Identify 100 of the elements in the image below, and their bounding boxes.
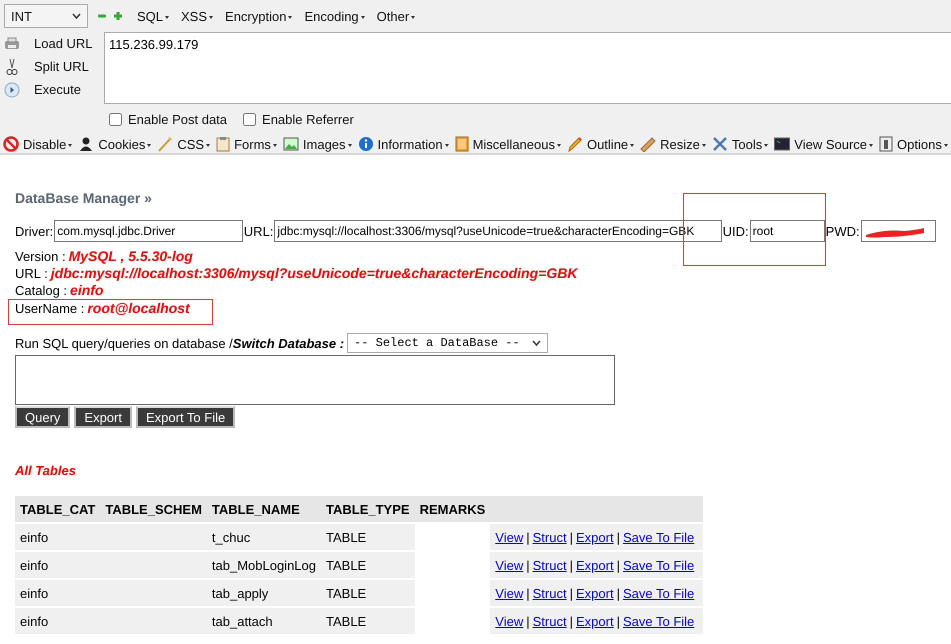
menu-item[interactable]: Cookies [98, 136, 152, 152]
table-link[interactable]: Export [576, 586, 614, 600]
query-label: Run SQL query/queries on database / [15, 336, 233, 350]
checkbox-label: Enable Post data [128, 112, 228, 126]
table-cell: tab_MobLoginLog [212, 558, 316, 572]
password-field[interactable] [860, 220, 936, 242]
column-header: TABLE_CAT [15, 496, 100, 523]
column-header: TABLE_TYPE [321, 496, 415, 523]
field-label: PWD: [826, 224, 860, 238]
table-cell: einfo [20, 586, 48, 600]
column-header: TABLE_SCHEM [100, 496, 207, 523]
uid-field[interactable]: root [750, 220, 825, 242]
caret-icon [532, 340, 541, 346]
info-value: einfo [70, 282, 104, 298]
ruler-icon [640, 136, 656, 152]
table-link[interactable]: Save To File [622, 586, 694, 600]
info-label: URL : [15, 266, 48, 281]
menu-item[interactable]: SQL [137, 8, 170, 24]
table-cell: einfo [20, 530, 48, 544]
menu-item[interactable]: Miscellaneous [472, 136, 561, 152]
table-link[interactable]: Export [576, 530, 614, 544]
link-separator: | [616, 586, 620, 600]
table-link[interactable]: Save To File [622, 558, 694, 572]
sql-field[interactable] [15, 355, 615, 405]
checkbox[interactable] [109, 112, 122, 126]
driver-field[interactable]: com.mysql.jdbc.Driver [54, 220, 243, 242]
table-cell: TABLE [326, 614, 366, 628]
table-link[interactable]: Struct [532, 530, 567, 544]
table-link[interactable]: Struct [532, 614, 567, 628]
link-separator: | [570, 614, 573, 628]
link-separator: | [616, 558, 620, 572]
link-separator: | [526, 530, 530, 544]
table-link[interactable]: View [495, 530, 524, 544]
toolbar-button[interactable]: Execute [20, 82, 81, 97]
person-icon [78, 136, 94, 152]
field-label: Driver: [15, 224, 54, 238]
action-button[interactable]: Export To File [136, 406, 236, 428]
table-link[interactable]: Export [576, 614, 614, 628]
menu-item[interactable]: XSS [181, 8, 214, 24]
page-title: DataBase Manager » [15, 190, 153, 206]
url-field[interactable]: 115.236.99.179 [104, 32, 951, 104]
link-separator: | [570, 530, 573, 544]
menu-item[interactable]: Images [302, 136, 352, 152]
link-separator: | [570, 586, 573, 600]
table-link[interactable]: View [495, 558, 524, 572]
switch-label: Switch Database : [232, 336, 344, 350]
field-label: UID: [722, 224, 749, 238]
caret-icon [72, 13, 81, 19]
database-select[interactable]: -- Select a DataBase -- [347, 333, 548, 353]
menu-item[interactable]: Tools [732, 136, 768, 152]
menu-item[interactable]: Outline [586, 136, 634, 152]
table-link[interactable]: Export [576, 558, 614, 572]
play-icon [4, 82, 20, 98]
info-label: UserName : [15, 301, 84, 316]
info-icon [358, 136, 374, 152]
table-link[interactable]: Struct [532, 586, 567, 600]
tools-icon [712, 136, 728, 152]
table-cell: einfo [20, 614, 48, 628]
link-separator: | [616, 614, 620, 628]
table-link[interactable]: View [495, 614, 524, 628]
menu-item[interactable]: CSS [177, 136, 210, 152]
menu-item[interactable]: Encoding [304, 8, 365, 24]
table-link[interactable]: View [495, 586, 524, 600]
book-icon [454, 136, 469, 152]
action-button[interactable]: Query [15, 406, 70, 428]
link-separator: | [526, 586, 530, 600]
toolbar-button[interactable]: Load URL [20, 36, 93, 51]
column-header: TABLE_NAME [206, 496, 321, 523]
link-separator: | [526, 558, 530, 572]
link-separator: | [526, 614, 530, 628]
menu-item[interactable]: Disable [23, 136, 72, 152]
menu-item[interactable]: Information [378, 136, 449, 152]
forbidden-icon [3, 136, 19, 152]
menu-item[interactable]: Encryption [225, 8, 292, 24]
menu-item[interactable]: View Source [794, 136, 874, 152]
checkbox[interactable] [243, 112, 256, 126]
plus-icon[interactable] [113, 11, 123, 21]
menu-item[interactable]: Resize [660, 136, 706, 152]
link-separator: | [616, 530, 620, 544]
picture-icon [282, 137, 299, 151]
action-button[interactable]: Export [74, 406, 132, 428]
table-link[interactable]: Save To File [622, 530, 694, 544]
table-link[interactable]: Struct [532, 558, 567, 572]
table-cell: t_chuc [212, 530, 250, 544]
info-label: Version : [15, 249, 66, 264]
info-value: MySQL , 5.5.30-log [68, 248, 193, 264]
toolbar-button[interactable]: Split URL [20, 59, 89, 74]
section-title: All Tables [15, 463, 77, 478]
type-select[interactable]: INT [4, 4, 88, 28]
menu-item[interactable]: Options [897, 136, 948, 152]
field-label: URL: [244, 224, 274, 238]
table-cell: einfo [20, 558, 48, 572]
info-value: root@localhost [87, 300, 190, 316]
column-header: REMARKS [414, 496, 490, 523]
table-cell: TABLE [326, 558, 366, 572]
table-cell: tab_apply [212, 586, 268, 600]
menu-item[interactable]: Other [376, 8, 416, 24]
info-value: jdbc:mysql://localhost:3306/mysql?useUnicode=true&characterEncoding=GBK [50, 265, 578, 281]
table-link[interactable]: Save To File [622, 614, 694, 628]
menu-item[interactable]: Forms [234, 136, 277, 152]
